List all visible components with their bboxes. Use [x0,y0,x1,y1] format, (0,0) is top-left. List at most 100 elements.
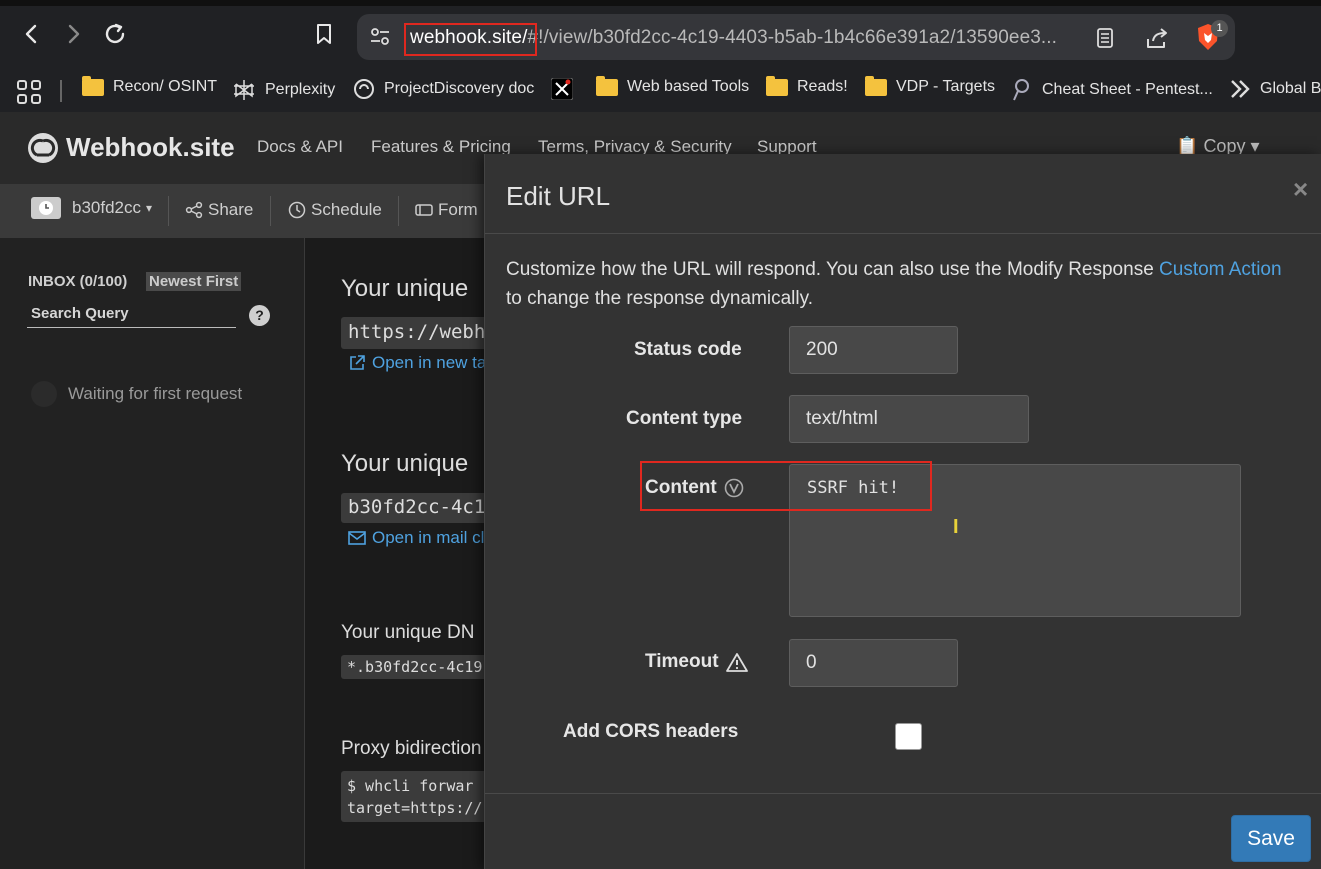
open-new-tab-label: Open in new ta [372,353,487,372]
open-mail-client-link[interactable]: Open in mail cl [348,528,484,548]
dns-heading: Your unique DN [341,622,475,643]
save-button[interactable]: Save [1231,815,1311,862]
logo-text: Webhook.site [66,132,235,162]
help-icon[interactable]: ? [249,305,270,326]
webhook-logo-icon [28,132,58,163]
copy-label: Copy [1203,136,1246,156]
schedule-button[interactable]: Schedule [288,200,382,220]
timeout-label-text: Timeout [645,651,719,672]
cors-checkbox[interactable] [895,723,922,750]
url-highlight-box [404,23,537,56]
search-input[interactable]: Search Query [27,300,236,328]
bookmark-item[interactable]: Web based Tools [596,75,750,96]
envelope-icon [348,531,366,545]
reload-button[interactable] [97,16,133,52]
inbox-title: INBOX (0/100) [28,273,128,290]
share-icon [185,201,203,219]
bookmark-item[interactable]: Perplexity [232,78,335,102]
perplexity-icon [234,80,254,100]
chevron-left-icon [25,24,37,44]
bookmark-item[interactable]: Global Bu [1229,78,1321,100]
description-text: Customize how the URL will respond. You … [506,259,1160,280]
external-link-icon [350,355,365,370]
modal-title: Edit URL [506,181,611,211]
content-type-input[interactable]: text/html [789,395,1029,443]
nav-docs-api[interactable]: Docs & API [257,137,343,157]
modal-description: Customize how the URL will respond. You … [506,255,1296,313]
timeout-input[interactable]: 0 [789,639,958,687]
site-settings-icon[interactable] [369,26,391,48]
proxy-heading: Proxy bidirection [341,738,482,759]
bookmark-item[interactable]: Recon/ OSINT [82,75,218,96]
email-heading: Your unique [341,450,469,477]
sidebar: INBOX (0/100) Newest First Search Query … [0,238,305,869]
content-type-label: Content type [626,408,743,429]
folder-icon [596,75,618,96]
description-text: to change the response dynamically. [506,288,813,309]
reader-mode-icon[interactable] [1094,27,1116,49]
custom-action-link[interactable]: Custom Action [1159,259,1282,280]
share-button[interactable]: Share [185,200,253,220]
edit-url-modal: Edit URL × Customize how the URL will re… [484,154,1321,869]
brave-badge: 1 [1211,20,1228,37]
form-button[interactable]: Form [415,200,478,220]
token-dropdown[interactable]: b30fd2cc ▾ [31,197,152,219]
clipboard-icon: 📋 [1176,136,1199,156]
chevron-right-icon [68,24,80,44]
status-code-label: Status code [634,339,742,360]
global-icon [1231,80,1250,98]
bookmark-item[interactable]: ProjectDiscovery doc [353,78,534,100]
bookmark-icon [317,24,331,44]
caret-down-icon: ▾ [1250,136,1260,156]
bookmarks-bar: Recon/ OSINT Perplexity ProjectDiscovery… [0,68,1321,112]
token-label: b30fd2cc [72,198,141,217]
caret-down-icon: ▾ [146,201,153,215]
bookmark-label: Cheat Sheet - Pentest... [1042,81,1213,98]
sort-newest-first[interactable]: Newest First [146,272,242,291]
text-cursor-icon: I [953,516,959,538]
share-label: Share [208,200,254,219]
x-icon [551,78,573,100]
projectdiscovery-icon [354,79,374,99]
bookmark-item[interactable] [551,78,573,100]
bookmark-label: VDP - Targets [896,78,996,95]
folder-icon [82,75,104,96]
url-heading: Your unique [341,275,469,302]
bookmark-item[interactable]: VDP - Targets [865,75,996,96]
back-button[interactable] [14,16,50,52]
logo[interactable]: Webhook.site [28,132,235,163]
warning-icon [725,653,748,672]
clock-badge-icon [31,197,61,219]
content-highlight-box [640,461,932,511]
bookmark-item[interactable]: Cheat Sheet - Pentest... [1011,78,1213,102]
schedule-label: Schedule [311,200,382,219]
bookmark-button[interactable] [306,16,342,52]
close-icon[interactable]: × [1293,174,1308,205]
bookmark-label: Recon/ OSINT [113,78,218,95]
bookmark-item[interactable]: Reads! [766,75,848,96]
cheatsheet-icon [1013,79,1029,101]
bookmark-label: Reads! [797,78,848,95]
cors-label: Add CORS headers [563,721,739,742]
url-path: #!/view/b30fd2cc-4c19-4403-b5ab-1b4c66e3… [527,27,1058,48]
reload-icon [105,23,125,44]
folder-icon [865,75,887,96]
clock-icon [288,201,306,219]
bookmark-label: Web based Tools [627,78,750,95]
open-new-tab-link[interactable]: Open in new ta [348,353,486,373]
spinner-icon [31,381,57,407]
share-page-icon[interactable] [1144,25,1170,51]
folder-icon [766,75,788,96]
status-code-input[interactable]: 200 [789,326,958,374]
toolbar-divider [168,196,169,226]
waiting-status: Waiting for first request [68,384,243,403]
apps-grid-icon[interactable] [17,80,41,104]
modal-header-divider [485,233,1321,234]
form-icon [415,204,433,216]
forward-button[interactable] [55,16,91,52]
modal-footer-divider [485,793,1321,794]
browser-chrome: webhook.site/#!/view/b30fd2cc-4c19-4403-… [0,0,1321,112]
form-label: Form [438,200,478,219]
toolbar-divider [270,196,271,226]
bookmark-label: Perplexity [265,81,336,98]
